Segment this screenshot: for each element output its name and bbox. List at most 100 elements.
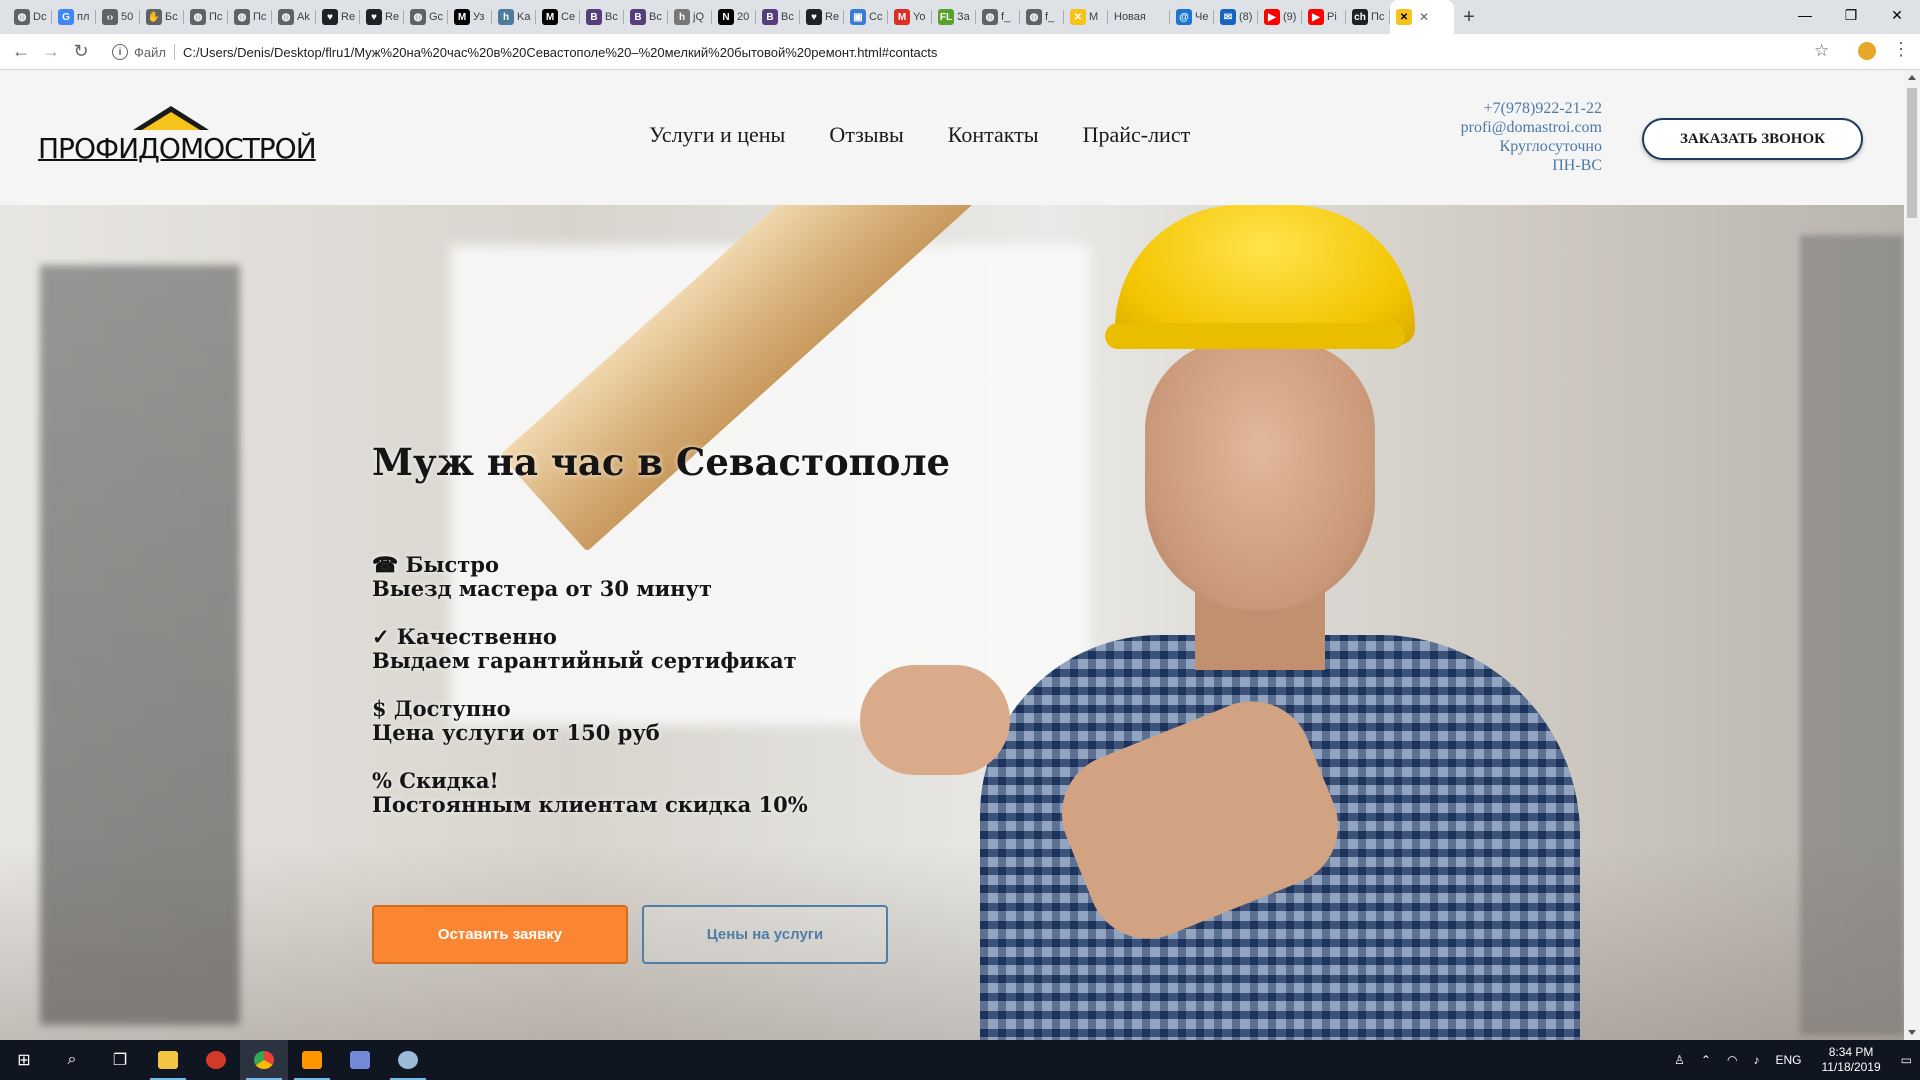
browser-tab[interactable]: ✕ M — [1064, 0, 1108, 34]
tab-label: Пс — [209, 11, 223, 23]
scroll-thumb[interactable] — [1907, 88, 1917, 218]
browser-tab[interactable]: h jQ — [668, 0, 712, 34]
worker-face — [1145, 340, 1375, 610]
feature-discount: % Скидка! Постоянным клиентам скидка 10% — [372, 769, 808, 817]
close-window-button[interactable]: ✕ — [1874, 0, 1920, 30]
contact-email[interactable]: profi@domastroi.com — [1370, 118, 1602, 137]
maximize-button[interactable]: ❐ — [1828, 0, 1874, 30]
browser-tab[interactable]: ◍ Ak — [272, 0, 316, 34]
browser-tab[interactable]: ◍ f_ — [1020, 0, 1064, 34]
browser-tab[interactable]: M Yo — [888, 0, 932, 34]
tab-label: Re — [341, 11, 356, 23]
gmail-icon: M — [894, 9, 910, 25]
contact-phone[interactable]: +7(978)922-21-22 — [1370, 99, 1602, 118]
globe-icon: ◍ — [1026, 9, 1042, 25]
browser-tab[interactable]: ◍ Gc — [404, 0, 448, 34]
browser-tab[interactable]: ◍ Пс — [184, 0, 228, 34]
browser-tab[interactable]: M Ce — [536, 0, 580, 34]
browser-tab[interactable]: N 20 — [712, 0, 756, 34]
tray-chevron-up-icon[interactable]: ⌃ — [1701, 1053, 1711, 1067]
browser-tab[interactable]: ch Пс — [1346, 0, 1390, 34]
browser-tab[interactable]: @ Че — [1170, 0, 1214, 34]
browser-tab[interactable]: B Bc — [756, 0, 800, 34]
hero-features: ☎ Быстро Выезд мастера от 30 минут ✓ Кач… — [372, 553, 808, 841]
scroll-down-icon[interactable] — [1908, 1030, 1916, 1035]
volume-icon[interactable]: ♪ — [1753, 1053, 1759, 1067]
feature-fast: ☎ Быстро Выезд мастера от 30 минут — [372, 553, 808, 601]
tab-label: (8) — [1239, 11, 1253, 23]
youtube-icon: ▶ — [1308, 9, 1324, 25]
nav-price-list[interactable]: Прайс-лист — [1083, 122, 1191, 148]
browser-tab[interactable]: ✉ (8) — [1214, 0, 1258, 34]
language-indicator[interactable]: ENG — [1775, 1053, 1801, 1067]
browser-tab[interactable]: Новая — [1108, 0, 1170, 34]
browser-tab[interactable]: ▣ Cc — [844, 0, 888, 34]
notifications-icon[interactable]: ▭ — [1901, 1053, 1912, 1067]
b-icon: B — [762, 9, 778, 25]
nav-services[interactable]: Услуги и цены — [649, 122, 785, 148]
address-bar[interactable]: i Файл C:/Users/Denis/Desktop/flru1/Муж%… — [112, 37, 1812, 67]
browser-menu-icon[interactable]: ⋮ — [1892, 40, 1910, 58]
order-call-button[interactable]: ЗАКАЗАТЬ ЗВОНОК — [1642, 118, 1863, 160]
browser-tab[interactable]: ♥ Re — [360, 0, 404, 34]
nav-reviews[interactable]: Отзывы — [829, 122, 903, 148]
globe-icon: ◍ — [14, 9, 30, 25]
chrome-icon[interactable] — [240, 1040, 288, 1080]
search-icon[interactable]: ⌕ — [48, 1040, 96, 1080]
tab-label: (9) — [1283, 11, 1297, 23]
tab-label: Re — [385, 11, 400, 23]
task-view-icon[interactable]: ❐ — [96, 1040, 144, 1080]
service-prices-button[interactable]: Цены на услуги — [642, 905, 888, 964]
browser-tab[interactable]: ‹› 50 — [96, 0, 140, 34]
windows-start-icon[interactable]: ⊞ — [0, 1040, 48, 1080]
back-arrow-icon[interactable]: ← — [6, 37, 36, 67]
bookmark-star-icon[interactable]: ☆ — [1814, 41, 1829, 61]
tab-label: Yo — [913, 11, 926, 23]
wifi-icon[interactable]: ◠ — [1727, 1053, 1737, 1067]
discord-icon[interactable] — [336, 1040, 384, 1080]
paint-icon[interactable] — [384, 1040, 432, 1080]
browser-app-icon[interactable] — [192, 1040, 240, 1080]
url-text[interactable]: C:/Users/Denis/Desktop/flru1/Муж%20на%20… — [183, 45, 937, 60]
scroll-up-icon[interactable] — [1908, 75, 1916, 80]
browser-tab[interactable]: ♥ Re — [800, 0, 844, 34]
browser-tab[interactable]: Gпл — [52, 0, 96, 34]
people-icon[interactable]: ♙ — [1674, 1053, 1685, 1067]
reload-icon[interactable]: ↻ — [66, 37, 96, 67]
browser-tab[interactable]: ▶ Pi — [1302, 0, 1346, 34]
site-logo[interactable]: ПРОФИДОМОСТРОЙ — [38, 106, 323, 166]
page-scrollbar[interactable] — [1904, 70, 1920, 1040]
page-viewport: ПРОФИДОМОСТРОЙ Услуги и цены Отзывы Конт… — [0, 70, 1904, 1040]
tab-label: Новая — [1114, 11, 1146, 23]
info-icon[interactable]: i — [112, 44, 128, 60]
tab-close-icon[interactable]: ✕ — [1419, 10, 1429, 24]
new-tab-button[interactable]: + — [1454, 0, 1484, 34]
browser-tab[interactable]: B Bc — [580, 0, 624, 34]
at-icon: @ — [1176, 9, 1192, 25]
tab-label: Cc — [869, 11, 883, 23]
nav-contacts[interactable]: Контакты — [948, 122, 1039, 148]
browser-tab[interactable]: ▶ (9) — [1258, 0, 1302, 34]
file-explorer-icon[interactable] — [144, 1040, 192, 1080]
tab-label: Уз — [473, 11, 485, 23]
browser-tab-active[interactable]: ✕ ✕ — [1390, 0, 1454, 34]
heart-icon: ♥ — [806, 9, 822, 25]
browser-tab[interactable]: ✋ Бс — [140, 0, 184, 34]
leave-request-button[interactable]: Оставить заявку — [372, 905, 628, 964]
browser-tab[interactable]: ◍ f_ — [976, 0, 1020, 34]
tab-label: Ak — [297, 11, 310, 23]
browser-tab[interactable]: B Bc — [624, 0, 668, 34]
sublime-text-icon[interactable] — [288, 1040, 336, 1080]
extension-icon[interactable] — [1858, 42, 1876, 60]
forward-arrow-icon[interactable]: → — [36, 37, 66, 67]
browser-tab[interactable]: M Уз — [448, 0, 492, 34]
url-scheme: Файл — [134, 44, 166, 60]
feature-quality-text: Выдаем гарантийный сертификат — [372, 648, 797, 673]
browser-tab[interactable]: ◍ Пс — [228, 0, 272, 34]
browser-tab[interactable]: FL За — [932, 0, 976, 34]
browser-tab[interactable]: ◍ Dc — [8, 0, 52, 34]
browser-tab[interactable]: h Ka — [492, 0, 536, 34]
minimize-button[interactable]: — — [1782, 0, 1828, 30]
browser-tab[interactable]: ♥ Re — [316, 0, 360, 34]
taskbar-clock[interactable]: 8:34 PM 11/18/2019 — [1821, 1045, 1880, 1075]
